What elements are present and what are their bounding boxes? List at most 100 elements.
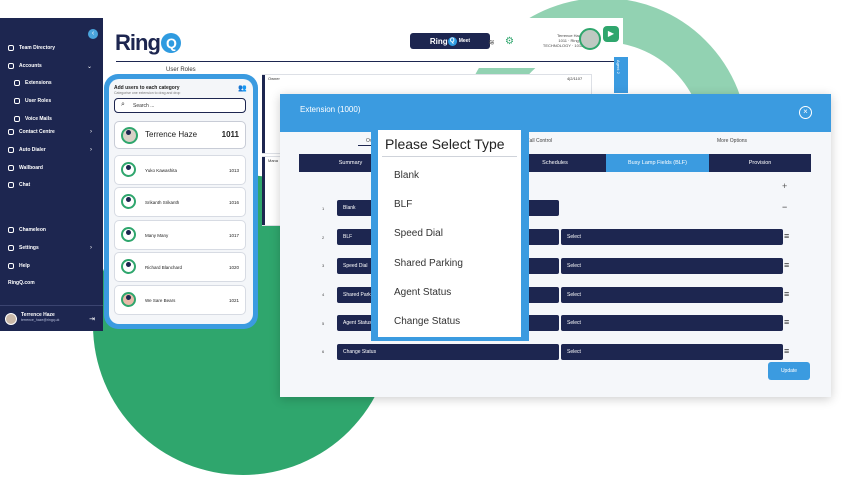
help-icon <box>8 263 14 269</box>
drag-handle-icon[interactable]: ≡ <box>784 318 789 327</box>
drag-handle-icon[interactable]: ≡ <box>784 290 789 299</box>
page-title: User Roles <box>166 67 196 73</box>
gear-icon[interactable]: ⚙ <box>505 36 514 47</box>
user-roles-icon <box>14 98 20 104</box>
avatar <box>121 292 136 307</box>
update-button[interactable]: Update <box>768 362 810 380</box>
user-panel-subtitle: Categorise one extension to drag and dro… <box>114 91 181 95</box>
chevron-down-icon: ⌄ <box>86 63 92 70</box>
blf-target-select[interactable]: Select <box>561 315 783 331</box>
user-name: Yuko Kawashita <box>145 168 178 173</box>
settings-icon <box>8 245 14 251</box>
sidebar-item-user-roles[interactable]: User Roles <box>14 95 106 107</box>
extension-modal: Extension (1000) × Ov Call Control More … <box>280 94 831 397</box>
sidebar-item-settings[interactable]: Settings › <box>8 242 100 254</box>
video-call-button[interactable]: ▶ <box>603 26 619 42</box>
sidebar-item-chameleon[interactable]: Chameleon <box>8 224 100 236</box>
people-icon: 👥 <box>238 85 247 92</box>
sidebar: ‹ Team Directory Accounts ⌄ Extensions Us… <box>0 18 103 331</box>
blf-target-select[interactable]: Select <box>561 344 783 360</box>
sidebar-collapse-button[interactable]: ‹ <box>88 29 98 39</box>
tab-provision[interactable]: Provision <box>709 154 811 172</box>
row-number: 2 <box>322 235 325 240</box>
user-extension: 1020 <box>228 265 239 270</box>
agent-column-label: Agent 2 <box>616 60 621 74</box>
header-user-info: Terrence Haze 1011 · Ring Q TECHNOLOGY ·… <box>542 33 583 48</box>
sidebar-item-voice-mails[interactable]: Voice Mails <box>14 113 106 125</box>
sidebar-item-label: Contact Centre <box>19 129 55 135</box>
dropdown-option-shared-parking[interactable]: Shared Parking <box>394 258 463 269</box>
chevron-right-icon: › <box>90 245 92 251</box>
header-divider <box>116 61 614 62</box>
chat-icon <box>8 182 14 188</box>
user-extension: 1021 <box>228 298 239 303</box>
sidebar-item-ringq-link[interactable]: RingQ.com <box>8 277 100 289</box>
sidebar-item-label: Wallboard <box>19 165 43 171</box>
user-card[interactable]: Terrence Haze 1011 <box>114 121 246 149</box>
user-list-body: Add users to each category Categorise on… <box>109 79 253 324</box>
row-number: 4 <box>322 292 325 297</box>
extensions-icon <box>14 80 20 86</box>
sidebar-item-label: RingQ.com <box>8 280 35 286</box>
user-card[interactable]: Yuko Kawashita 1013 <box>114 155 246 185</box>
dropdown-list: Please Select Type Blank BLF Speed Dial … <box>378 130 521 337</box>
sidebar-item-team-directory[interactable]: Team Directory <box>8 42 100 54</box>
sidebar-item-label: Team Directory <box>19 45 56 51</box>
drag-handle-icon[interactable]: ≡ <box>784 261 789 270</box>
blf-type-field[interactable]: Change Status <box>337 344 559 360</box>
type-select-dropdown: Please Select Type Blank BLF Speed Dial … <box>371 124 529 341</box>
user-card[interactable]: Many Many 1017 <box>114 220 246 250</box>
sidebar-item-help[interactable]: Help <box>8 260 100 272</box>
user-name: Richard Blanchard <box>145 265 183 270</box>
sidebar-item-auto-dialer[interactable]: Auto Dialer › <box>8 144 100 156</box>
modal-title: Extension (1000) <box>300 105 361 114</box>
dropdown-option-agent-status[interactable]: Agent Status <box>394 287 451 298</box>
search-input[interactable]: ⌕ Search ... <box>114 98 246 113</box>
sidebar-item-label: Chat <box>19 182 31 188</box>
sidebar-item-extensions[interactable]: Extensions <box>14 77 106 89</box>
user-extension: 1016 <box>228 200 239 205</box>
sidebar-user-email: terrence_haze@ringq.uk <box>21 318 60 322</box>
chameleon-icon <box>8 227 14 233</box>
close-icon[interactable]: × <box>799 106 812 119</box>
add-row-icon[interactable]: + <box>782 181 787 191</box>
user-name: Srikanth Srikanth <box>145 200 180 205</box>
logout-icon[interactable]: ⇥ <box>89 315 95 323</box>
team-directory-icon <box>8 45 14 51</box>
drag-handle-icon[interactable]: ≡ <box>784 232 789 241</box>
auto-dialer-icon <box>8 147 14 153</box>
sidebar-item-chat[interactable]: Chat <box>8 179 100 191</box>
blf-target-select[interactable]: Select <box>561 258 783 274</box>
blf-target-select[interactable]: Select <box>561 287 783 303</box>
sidebar-item-label: Settings <box>19 245 39 251</box>
dropdown-option-blank[interactable]: Blank <box>394 170 419 181</box>
dropdown-title: Please Select Type <box>385 136 505 152</box>
row-number: 3 <box>322 263 325 268</box>
remove-row-icon[interactable]: − <box>782 202 787 212</box>
ringq-meet-button[interactable]: Ring Q Meet <box>410 33 490 49</box>
row-number: 5 <box>322 321 325 326</box>
owner-column-label: Owner <box>268 76 280 81</box>
search-icon: ⌕ <box>121 101 125 108</box>
avatar[interactable] <box>579 28 601 50</box>
avatar <box>121 162 136 177</box>
drag-handle-icon[interactable]: ≡ <box>784 347 789 356</box>
dropdown-option-blf[interactable]: BLF <box>394 199 412 210</box>
sidebar-item-accounts[interactable]: Accounts ⌄ <box>8 60 100 72</box>
dropdown-option-change-status[interactable]: Change Status <box>394 316 460 327</box>
modal-header: Extension (1000) × <box>280 94 831 132</box>
tab-call-control[interactable]: Call Control <box>526 138 552 144</box>
user-card[interactable]: We Sare Bears 1021 <box>114 285 246 315</box>
dropdown-divider <box>382 156 517 157</box>
blf-target-select[interactable]: Select <box>561 229 783 245</box>
dropdown-option-speed-dial[interactable]: Speed Dial <box>394 228 443 239</box>
tab-busy-lamp-fields[interactable]: Busy Lamp Fields (BLF) <box>606 154 709 172</box>
tab-more-options[interactable]: More Options <box>717 138 747 144</box>
sidebar-item-contact-centre[interactable]: Contact Centre › <box>8 126 100 138</box>
search-placeholder: Search ... <box>133 102 155 109</box>
user-card[interactable]: Richard Blanchard 1020 <box>114 252 246 282</box>
user-card[interactable]: Srikanth Srikanth 1016 <box>114 187 246 217</box>
avatar <box>5 313 17 325</box>
sidebar-item-label: Voice Mails <box>25 116 52 122</box>
sidebar-item-wallboard[interactable]: Wallboard <box>8 162 100 174</box>
